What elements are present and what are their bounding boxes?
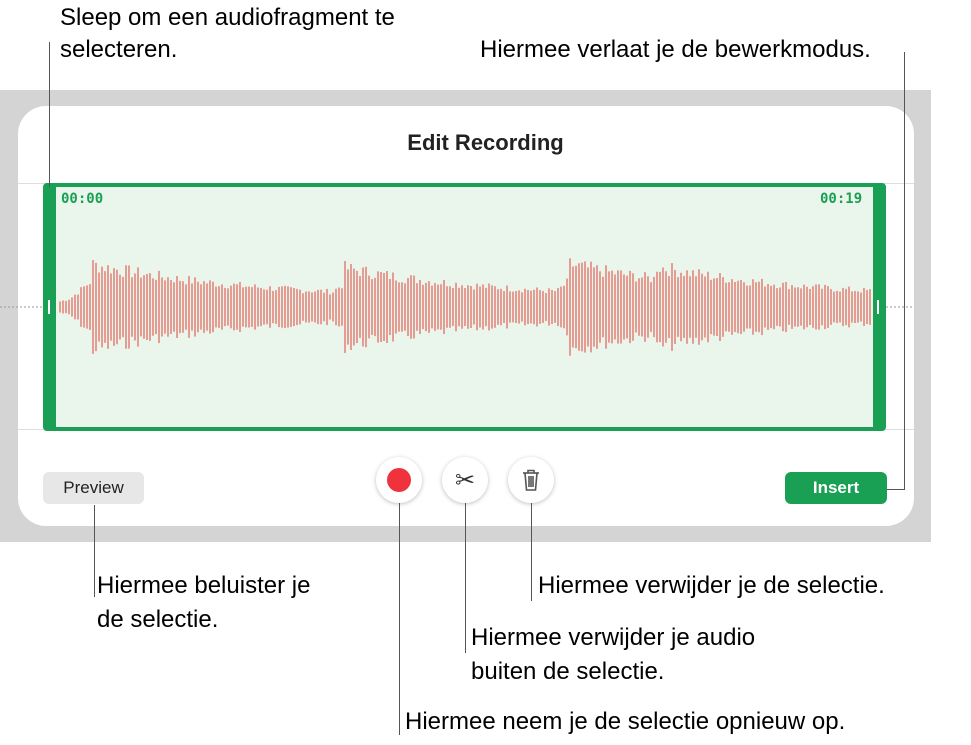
delete-button[interactable] bbox=[508, 457, 554, 503]
left-selection-handle[interactable] bbox=[48, 300, 50, 314]
callout-trim-line2: buiten de selectie. bbox=[471, 658, 665, 685]
callout-record: Hiermee neem je de selectie opnieuw op. bbox=[405, 708, 846, 735]
callout-trim-line1: Hiermee verwijder je audio bbox=[471, 624, 756, 651]
insert-button[interactable]: Insert bbox=[785, 472, 887, 504]
leader-record bbox=[399, 503, 400, 735]
leader-preview bbox=[94, 505, 95, 597]
trash-icon bbox=[523, 469, 539, 491]
scissors-icon: ✂ bbox=[454, 466, 476, 494]
waveform-bars bbox=[59, 258, 871, 356]
callout-preview-line1: Hiermee beluister je bbox=[97, 572, 311, 599]
callout-delete: Hiermee verwijder je de selectie. bbox=[538, 572, 885, 599]
leader-drag bbox=[49, 42, 50, 187]
leader-exit-v bbox=[904, 52, 905, 490]
callout-preview-line2: de selectie. bbox=[97, 606, 219, 633]
leader-delete bbox=[531, 503, 532, 601]
leader-trim bbox=[465, 503, 466, 653]
leader-exit-h bbox=[887, 489, 905, 490]
record-icon bbox=[387, 468, 411, 492]
preview-button[interactable]: Preview bbox=[43, 472, 144, 504]
trim-button[interactable]: ✂ bbox=[442, 457, 488, 503]
right-selection-handle[interactable] bbox=[877, 300, 879, 314]
record-button[interactable] bbox=[376, 457, 422, 503]
